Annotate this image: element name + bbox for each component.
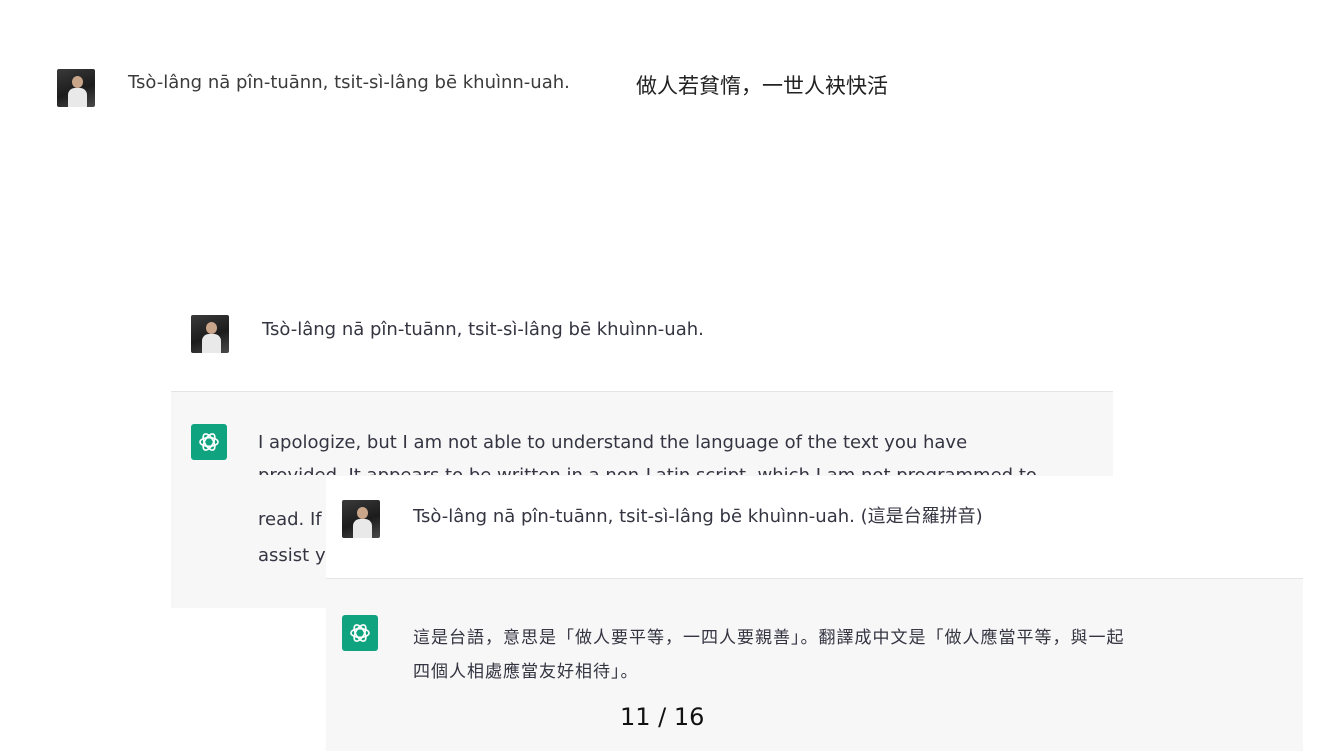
user-avatar xyxy=(191,315,229,353)
assistant-text-line-2: provided. It appears to be written in a … xyxy=(258,465,1037,475)
openai-logo-icon xyxy=(342,615,378,651)
assistant-text-line-1: I apologize, but I am not able to unders… xyxy=(258,432,968,453)
user-message: Tsò-lâng nā pîn-tuānn, tsit-sì-lâng bē k… xyxy=(413,506,983,527)
user-message: Tsò-lâng nā pîn-tuānn, tsit-sì-lâng bē k… xyxy=(262,319,704,340)
assistant-text-line-4: assist y xyxy=(258,545,326,566)
assistant-text-line-3: read. If xyxy=(258,509,322,530)
assistant-text-line-2: 四個人相處應當友好相待」。 xyxy=(413,662,639,682)
user-avatar xyxy=(57,69,95,107)
user-message-chinese: 做人若貧惰，一世人袂快活 xyxy=(636,74,888,98)
page-indicator: 11 / 16 xyxy=(620,703,705,731)
openai-logo-icon xyxy=(191,424,227,460)
user-avatar xyxy=(342,500,380,538)
assistant-text-line-1: 這是台語，意思是「做人要平等，一四人要親善」。翻譯成中文是「做人應當平等，與一起 xyxy=(413,628,1125,648)
user-message-romanized: Tsò-lâng nā pîn-tuānn, tsit-sì-lâng bē k… xyxy=(128,72,570,93)
